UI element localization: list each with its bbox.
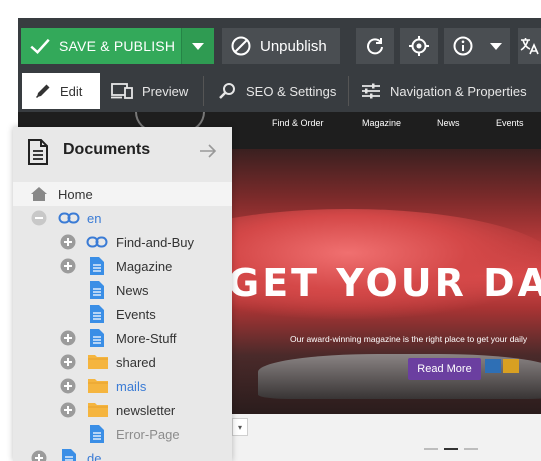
- site-nav-find-order[interactable]: Find & Order: [272, 118, 324, 128]
- link-icon: [58, 212, 80, 224]
- tree-item-more-stuff[interactable]: More-Stuff: [13, 326, 232, 350]
- more-options-dropdown[interactable]: [482, 28, 510, 64]
- reload-button[interactable]: [356, 28, 394, 64]
- tree-item-label: mails: [116, 378, 147, 394]
- sliders-icon: [362, 83, 380, 99]
- tree-item-home[interactable]: Home: [13, 182, 232, 206]
- tree-item-label: Home: [58, 186, 93, 202]
- tree-item-label: newsletter: [116, 402, 176, 418]
- caret-down-icon: [490, 43, 502, 50]
- home-icon: [31, 187, 47, 201]
- locate-in-tree-button[interactable]: [400, 28, 438, 64]
- arrow-right-icon[interactable]: [199, 143, 217, 159]
- unpublish-icon: [231, 36, 251, 56]
- editable-select-dropdown[interactable]: ▾: [232, 418, 248, 436]
- folder-icon: [88, 355, 108, 369]
- expand-icon[interactable]: [60, 354, 76, 370]
- site-nav-news[interactable]: News: [437, 118, 460, 128]
- tab-navigation-label: Navigation & Properties: [390, 83, 527, 99]
- tree-item-newsletter[interactable]: newsletter: [13, 398, 232, 422]
- folder-icon: [88, 403, 108, 417]
- tree-item-label: Events: [116, 306, 156, 322]
- tab-seo-settings[interactable]: SEO & Settings: [218, 73, 336, 109]
- refresh-icon: [367, 38, 383, 55]
- tab-divider: [348, 76, 349, 106]
- tab-preview[interactable]: Preview: [110, 73, 188, 109]
- target-icon: [409, 36, 429, 56]
- info-button[interactable]: [444, 28, 482, 64]
- tree-item-label: More-Stuff: [116, 330, 177, 346]
- devices-icon: [111, 83, 133, 99]
- edit-link-icon[interactable]: [485, 359, 501, 373]
- folder-icon: [88, 379, 108, 393]
- read-more-button[interactable]: Read More: [408, 358, 481, 380]
- tab-navigation-properties[interactable]: Navigation & Properties: [360, 73, 527, 109]
- check-icon: [30, 38, 50, 55]
- caret-down-icon: [192, 43, 204, 50]
- expand-icon[interactable]: [60, 402, 76, 418]
- expand-icon[interactable]: [60, 378, 76, 394]
- unpublish-label: Unpublish: [260, 37, 327, 55]
- tree-item-label: shared: [116, 354, 156, 370]
- tree-item-label: en: [87, 210, 102, 226]
- link-icon: [86, 236, 108, 248]
- tab-edit-label: Edit: [60, 83, 83, 99]
- pencil-icon: [35, 84, 50, 99]
- document-tabs: Edit Preview SEO & Settings Navigation &…: [18, 68, 541, 112]
- hero-headline: GET YOUR DAILY: [228, 261, 541, 305]
- tab-preview-label: Preview: [142, 83, 189, 99]
- save-publish-label: SAVE & PUBLISH: [59, 38, 176, 54]
- carousel-indicator[interactable]: [464, 448, 478, 450]
- page-icon: [90, 257, 104, 275]
- carousel-indicator[interactable]: [444, 448, 458, 450]
- tree-item-de[interactable]: de: [13, 446, 232, 461]
- tree-item-find-and-buy[interactable]: Find-and-Buy: [13, 230, 232, 254]
- tree-header: Documents: [13, 127, 232, 175]
- tree-item-label: de: [87, 450, 102, 461]
- tree-item-label: Magazine: [116, 258, 173, 274]
- page-icon: [90, 281, 104, 299]
- carousel-indicator[interactable]: [424, 448, 438, 450]
- page-icon: [62, 449, 76, 461]
- tree-item-label: Error-Page: [116, 426, 180, 442]
- tree-item-magazine[interactable]: Magazine: [13, 254, 232, 278]
- site-nav-magazine[interactable]: Magazine: [362, 118, 401, 128]
- tab-edit[interactable]: Edit: [22, 73, 100, 109]
- expand-icon[interactable]: [31, 450, 47, 461]
- tree-item-error-page[interactable]: Error-Page: [13, 422, 232, 446]
- page-icon: [90, 305, 104, 323]
- translate-icon: [520, 38, 539, 55]
- tree-item-mails[interactable]: mails: [13, 374, 232, 398]
- page-icon: [90, 329, 104, 347]
- document-icon: [28, 139, 48, 165]
- tab-divider: [203, 76, 204, 106]
- document-toolbar: SAVE & PUBLISH Unpublish: [18, 18, 541, 68]
- expand-icon[interactable]: [60, 258, 76, 274]
- collapse-icon[interactable]: [31, 210, 47, 226]
- search-icon: [219, 83, 235, 99]
- expand-icon[interactable]: [60, 234, 76, 250]
- tree-item-events[interactable]: Events: [13, 302, 232, 326]
- documents-tree-panel: Documents Home en Find-and-Buy Magazine …: [13, 127, 232, 461]
- page-icon: [90, 425, 104, 443]
- tree-item-en[interactable]: en: [13, 206, 232, 230]
- save-options-dropdown[interactable]: [181, 28, 214, 64]
- hero-subline: Our award-winning magazine is the right …: [290, 334, 528, 344]
- info-icon: [453, 36, 473, 56]
- translate-button[interactable]: [518, 28, 541, 64]
- tree-item-label: News: [116, 282, 149, 298]
- site-nav-events[interactable]: Events: [496, 118, 524, 128]
- tree-item-news[interactable]: News: [13, 278, 232, 302]
- save-publish-button[interactable]: SAVE & PUBLISH: [21, 28, 181, 64]
- tree-title: Documents: [63, 141, 151, 158]
- tree-item-shared[interactable]: shared: [13, 350, 232, 374]
- expand-icon[interactable]: [60, 330, 76, 346]
- folder-icon[interactable]: [503, 359, 519, 373]
- tab-seo-label: SEO & Settings: [246, 83, 337, 99]
- tree-item-label: Find-and-Buy: [116, 234, 195, 250]
- unpublish-button[interactable]: Unpublish: [222, 28, 340, 64]
